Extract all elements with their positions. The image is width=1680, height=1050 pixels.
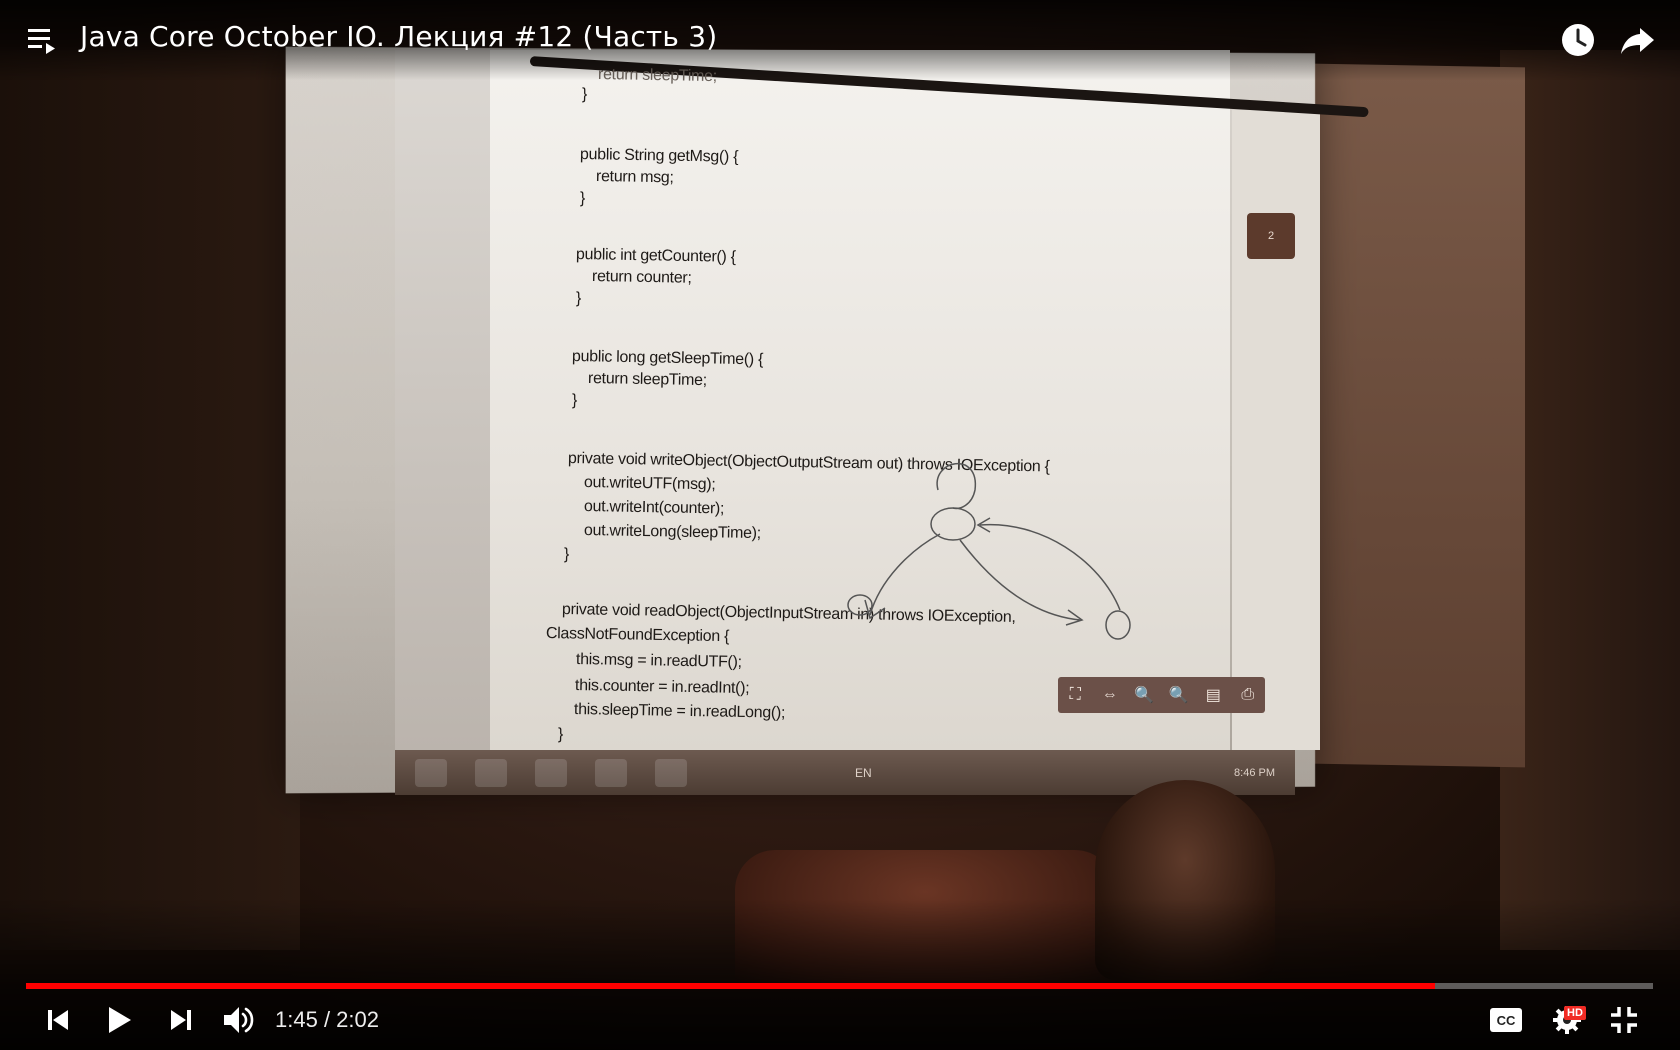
code-line: out.writeInt(counter); bbox=[583, 498, 725, 518]
code-line: this.counter = in.readInt(); bbox=[574, 677, 750, 698]
cc-icon: CC bbox=[1490, 1008, 1522, 1032]
skip-previous-icon bbox=[48, 1010, 68, 1030]
hd-badge: HD bbox=[1564, 1006, 1586, 1020]
code-line: return msg; bbox=[595, 168, 674, 187]
room-wall-right bbox=[1500, 50, 1680, 950]
code-line: out.writeLong(sleepTime); bbox=[583, 522, 762, 543]
code-line: out.writeUTF(msg); bbox=[583, 474, 716, 494]
previous-button[interactable] bbox=[38, 1000, 78, 1040]
code-line: public int getCounter() { bbox=[575, 246, 736, 266]
play-button[interactable] bbox=[97, 1000, 141, 1040]
print-icon: ⎙ bbox=[1241, 686, 1255, 703]
progress-bar[interactable] bbox=[26, 983, 1653, 989]
page-number-badge: 2 bbox=[1247, 213, 1295, 259]
code-line: this.sleepTime = in.readLong(); bbox=[573, 701, 786, 722]
code-line: } bbox=[575, 290, 582, 308]
zoom-in-icon: 🔍 bbox=[1168, 687, 1189, 704]
fit-page-icon: ⛶ bbox=[1069, 686, 1081, 703]
exit-fullscreen-icon bbox=[1611, 1007, 1637, 1033]
video-frame[interactable]: return sleepTime;} public String getMsg()… bbox=[0, 0, 1680, 1050]
video-title[interactable]: Java Core October IO. Лекция #12 (Часть … bbox=[80, 20, 717, 53]
progress-played bbox=[26, 983, 1435, 989]
volume-icon bbox=[224, 1007, 254, 1033]
time-display: 1:45 / 2:02 bbox=[275, 1007, 379, 1033]
code-line: } bbox=[581, 86, 588, 104]
playlist-button[interactable] bbox=[28, 26, 62, 56]
media-icon bbox=[595, 758, 627, 787]
taskbar-language: EN bbox=[855, 765, 872, 780]
document-viewer-toolbar: ⛶ ⇔ 🔍 🔍 ▤ ⎙ bbox=[1058, 677, 1265, 713]
code-line: return sleepTime; bbox=[587, 370, 707, 390]
projected-document-margin bbox=[1232, 110, 1320, 750]
exit-fullscreen-button[interactable] bbox=[1604, 1000, 1644, 1040]
code-line: public String getMsg() { bbox=[579, 146, 739, 166]
duration: 2:02 bbox=[336, 1007, 379, 1032]
save-icon: ▤ bbox=[1205, 687, 1221, 704]
skip-next-icon bbox=[171, 1010, 191, 1030]
code-line: public long getSleepTime() { bbox=[571, 348, 764, 369]
projection-side-panel bbox=[395, 50, 490, 750]
time-separator: / bbox=[317, 1007, 337, 1032]
code-line: } bbox=[563, 546, 570, 564]
code-line: } bbox=[579, 190, 586, 208]
room-wall-left bbox=[0, 50, 300, 950]
code-line: } bbox=[557, 726, 564, 744]
captions-button[interactable]: CC bbox=[1486, 1000, 1526, 1040]
code-line: ClassNotFoundException { bbox=[545, 625, 730, 646]
current-time: 1:45 bbox=[275, 1007, 318, 1032]
start-orb-icon bbox=[415, 758, 447, 787]
clock-icon bbox=[1562, 24, 1594, 56]
code-line: this.msg = in.readUTF(); bbox=[575, 651, 742, 671]
fit-width-icon: ⇔ bbox=[1101, 686, 1118, 703]
playlist-icon bbox=[28, 29, 55, 54]
volume-button[interactable] bbox=[218, 1000, 262, 1040]
browser-icon bbox=[535, 758, 567, 787]
code-line: } bbox=[571, 392, 578, 410]
zoom-out-icon: 🔍 bbox=[1134, 687, 1155, 704]
code-line: return counter; bbox=[591, 268, 692, 287]
next-button[interactable] bbox=[161, 1000, 201, 1040]
svg-text:CC: CC bbox=[1497, 1013, 1516, 1028]
folder-icon bbox=[475, 758, 507, 787]
taskbar-clock: 8:46 PM bbox=[1234, 766, 1275, 779]
share-button[interactable] bbox=[1618, 20, 1658, 60]
watch-later-button[interactable] bbox=[1558, 20, 1598, 60]
chrome-icon bbox=[655, 758, 687, 787]
share-icon bbox=[1621, 28, 1654, 54]
play-icon bbox=[109, 1007, 131, 1033]
